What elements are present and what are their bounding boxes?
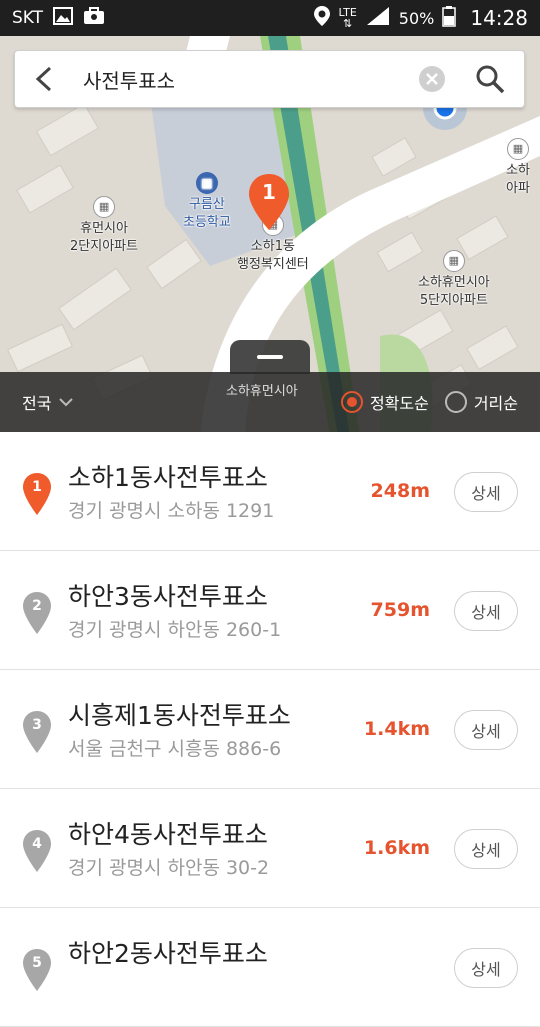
clock: 14:28 [470,6,528,30]
place-name: 하안2동사전투표소 [68,939,268,968]
map-label-school[interactable]: ▦ 구름산 초등학교 [183,172,231,232]
pin-icon: 5 [22,948,52,992]
building-icon: ▦ [442,250,465,272]
place-address: 경기 광명시 하안동 30-2 [68,857,270,879]
list-item[interactable]: 5 하안2동사전투표소 상세 [0,908,540,1027]
school-icon: ▦ [195,172,218,194]
place-address: 경기 광명시 소하동 1291 [68,500,275,522]
map-label-apartment-bottom: 소하휴먼시아 [226,384,298,399]
carrier-label: SKT [12,8,44,28]
place-name: 하안3동사전투표소 [68,582,268,611]
lte-indicator: LTE ⇅ [338,6,357,30]
search-input[interactable]: 사전투표소 [73,65,416,94]
place-distance: 1.4km [363,718,430,740]
map-label-apartment-2[interactable]: ▦ 휴먼시아 2단지아파트 [70,196,138,256]
place-address: 경기 광명시 하안동 260-1 [68,619,282,641]
place-name: 소하1동사전투표소 [68,463,268,492]
sort-options: 정확도순 거리순 [340,390,518,414]
briefcase-icon [83,6,105,30]
sort-accuracy-option[interactable]: 정확도순 [340,390,429,414]
location-icon [313,5,331,32]
list-item[interactable]: 1 소하1동사전투표소 경기 광명시 소하동 1291 248m 상세 [0,432,540,551]
place-name: 시흥제1동사전투표소 [68,701,291,730]
detail-button[interactable]: 상세 [454,472,518,512]
detail-button[interactable]: 상세 [454,829,518,869]
pin-icon: 3 [22,710,52,754]
place-address: 서울 금천구 시흥동 886-6 [68,738,282,760]
battery-percent: 50% [398,8,435,28]
pin-icon: 1 [22,472,52,516]
map-label-apartment-5[interactable]: ▦ 소하휴먼시아 5단지아파트 [418,250,490,310]
pin-icon: 4 [22,829,52,873]
handle-grip [257,355,283,359]
search-button[interactable] [468,57,512,101]
gallery-icon [53,6,74,30]
results-list: 1 소하1동사전투표소 경기 광명시 소하동 1291 248m 상세 2 하안… [0,432,540,1027]
signal-icon [365,5,391,32]
list-item[interactable]: 4 하안4동사전투표소 경기 광명시 하안동 30-2 1.6km 상세 [0,789,540,908]
back-button[interactable] [15,50,73,108]
search-icon [476,65,505,94]
building-icon: ▦ [93,196,116,218]
place-distance: 759m [370,599,430,621]
drawer-handle[interactable] [230,340,310,374]
back-arrow-icon [35,66,52,92]
detail-button[interactable]: 상세 [454,948,518,988]
clear-icon [419,66,445,92]
place-name: 하안4동사전투표소 [68,820,268,849]
map-label-apartment-right[interactable]: ▦ 소하 아파 [506,138,530,198]
filter-bar: 전국 소하휴먼시아 정확도순 거리순 [0,372,540,432]
search-bar: 사전투표소 [14,50,525,108]
clear-button[interactable] [416,63,448,95]
pin-icon: 2 [22,591,52,635]
list-item[interactable]: 2 하안3동사전투표소 경기 광명시 하안동 260-1 759m 상세 [0,551,540,670]
chevron-down-icon [59,398,74,407]
region-dropdown[interactable]: 전국 [22,390,74,414]
list-item[interactable]: 3 시흥제1동사전투표소 서울 금천구 시흥동 886-6 1.4km 상세 [0,670,540,789]
detail-button[interactable]: 상세 [454,591,518,631]
battery-icon [442,5,457,32]
radio-unselected-icon [444,391,467,413]
place-distance: 248m [370,480,430,502]
map-marker-1[interactable]: 1 [247,172,291,232]
sort-distance-option[interactable]: 거리순 [444,390,518,414]
building-icon: ▦ [506,138,529,160]
place-distance: 1.6km [363,837,430,859]
status-bar: SKT LTE ⇅ 50% 14:28 [0,0,540,36]
detail-button[interactable]: 상세 [454,710,518,750]
radio-selected-icon [340,391,363,413]
